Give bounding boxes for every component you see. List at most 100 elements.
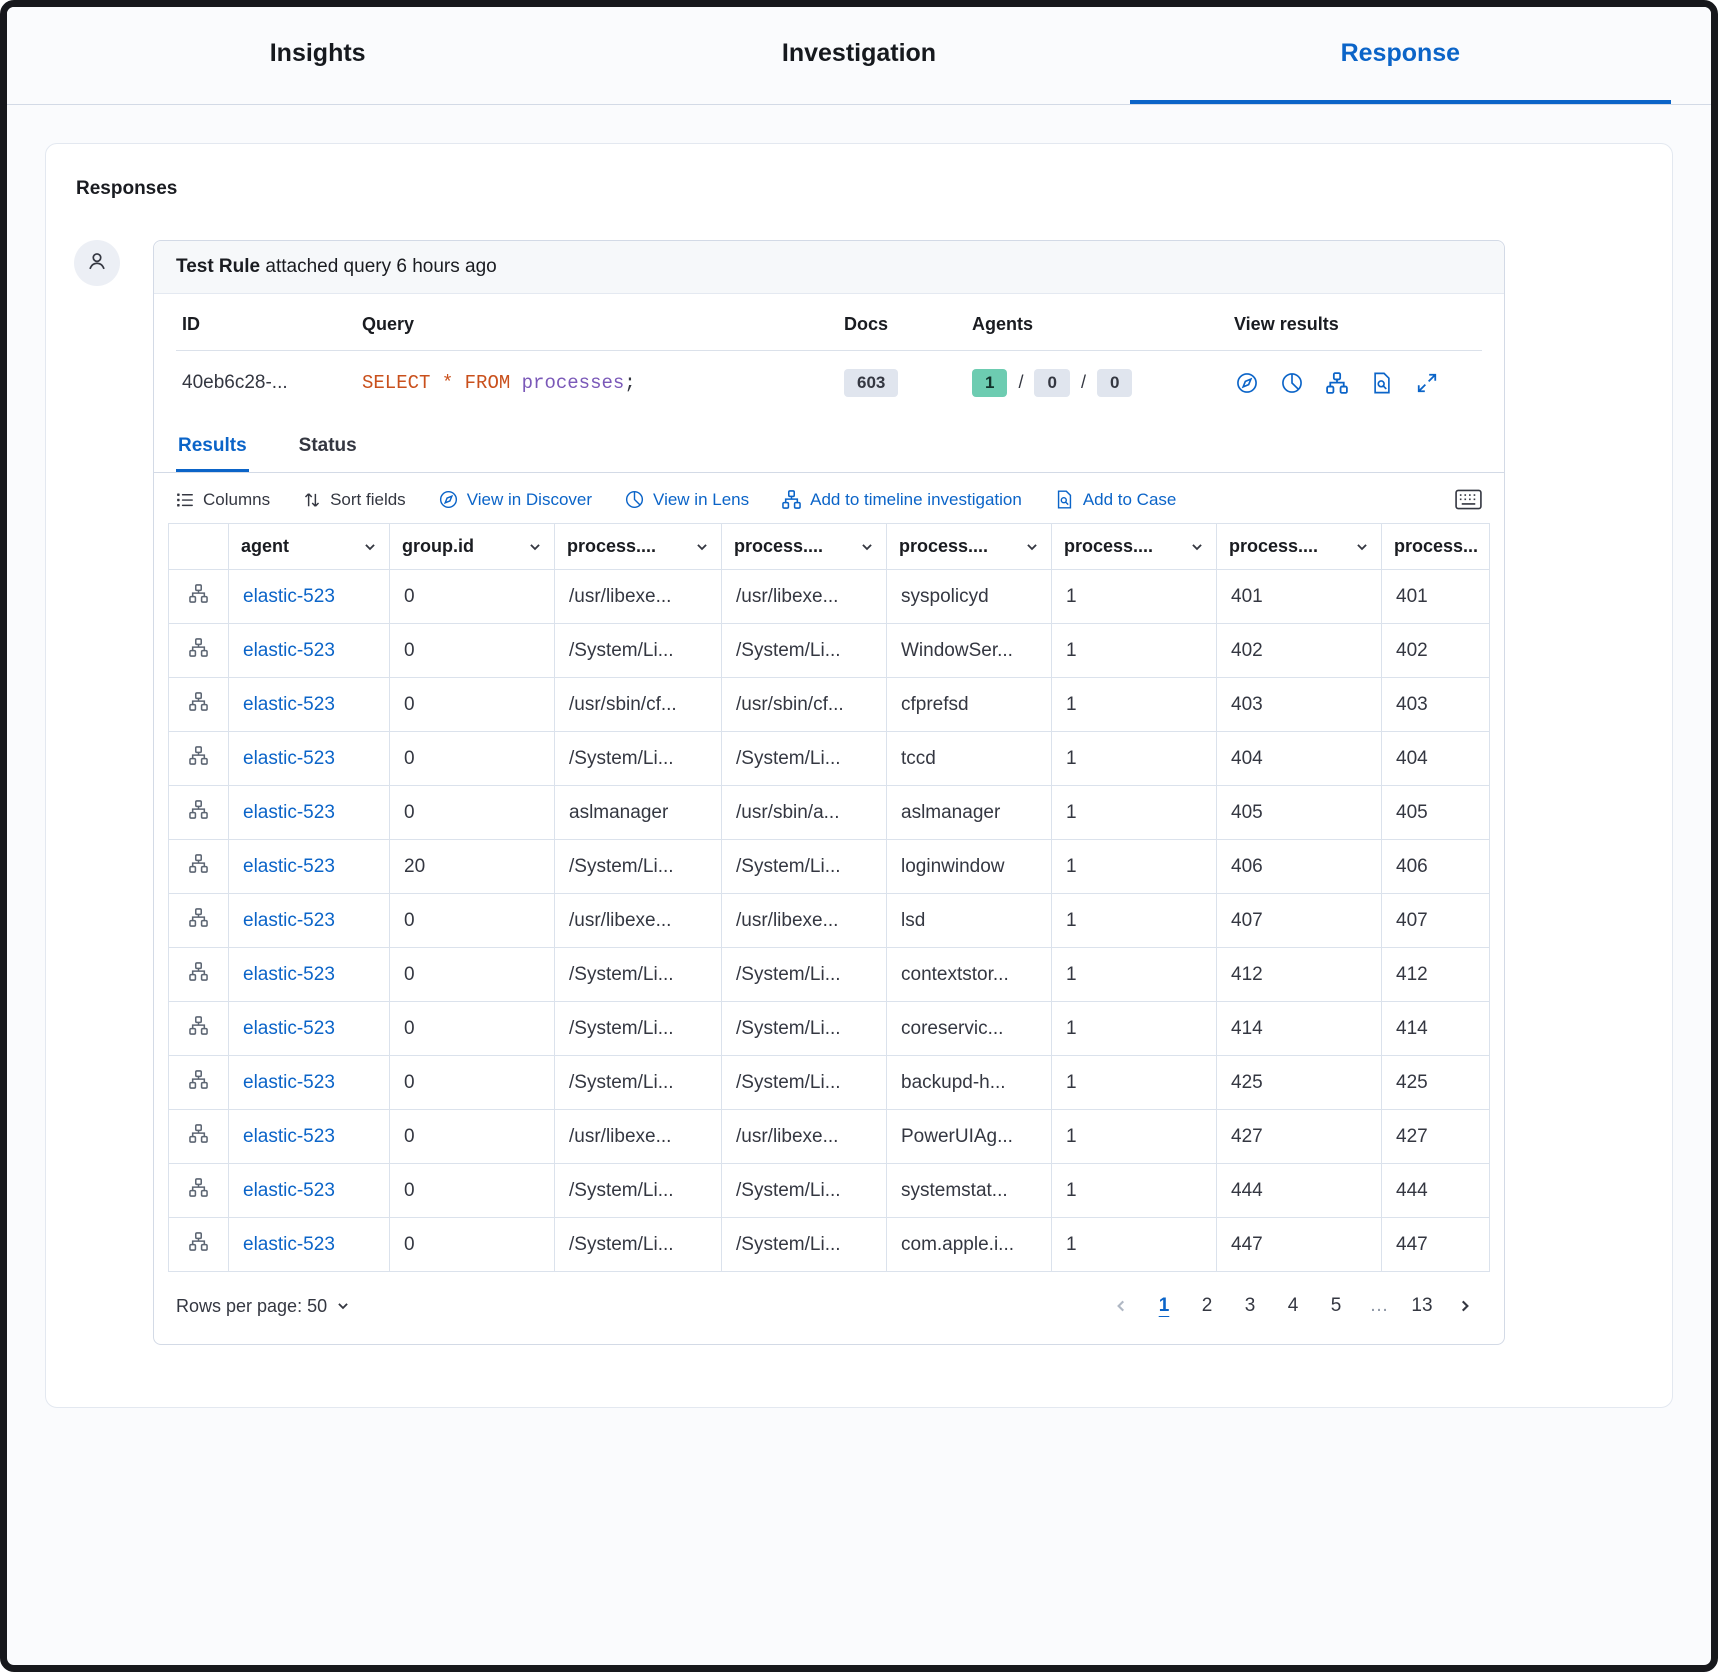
open-analyzer-button[interactable] — [169, 624, 229, 678]
results-grid-wrapper: agent group.id process.... process.... p… — [154, 523, 1504, 1272]
grid-cell: 404 — [1217, 732, 1382, 786]
rows-per-page-button[interactable]: Rows per page: 50 — [176, 1296, 350, 1317]
open-analyzer-button[interactable] — [169, 840, 229, 894]
agents-not-responded-badge: 0 — [1034, 369, 1069, 397]
pagination-page-button[interactable]: 13 — [1405, 1290, 1439, 1322]
discover-compass-icon — [1236, 372, 1258, 394]
table-row: elastic-5230/System/Li.../System/Li...co… — [169, 948, 1490, 1002]
lens-icon — [625, 490, 644, 509]
agent-link[interactable]: elastic-523 — [229, 1110, 390, 1164]
datagrid-toolbar: Columns Sort fields View in Discover — [154, 473, 1504, 523]
column-header-process-5[interactable]: process.... — [1217, 524, 1382, 570]
grid-cell: /System/Li... — [722, 624, 887, 678]
table-row: elastic-5230/usr/libexe.../usr/libexe...… — [169, 570, 1490, 624]
open-analyzer-button[interactable] — [169, 1056, 229, 1110]
column-header-group-id[interactable]: group.id — [390, 524, 555, 570]
analyzer-nodes-icon — [189, 692, 208, 711]
tab-results[interactable]: Results — [176, 419, 249, 472]
column-header-label: process... — [1394, 536, 1478, 557]
column-header-process-6[interactable]: process... — [1382, 524, 1490, 570]
grid-cell: 0 — [390, 678, 555, 732]
add-to-case-toolbar-button[interactable]: Add to Case — [1055, 490, 1177, 510]
agent-link[interactable]: elastic-523 — [229, 624, 390, 678]
tab-insights[interactable]: Insights — [47, 7, 588, 104]
agent-link[interactable]: elastic-523 — [229, 840, 390, 894]
add-to-timeline-button[interactable] — [1324, 370, 1350, 396]
add-to-timeline-toolbar-button[interactable]: Add to timeline investigation — [782, 490, 1022, 510]
column-header-label: process.... — [1229, 536, 1318, 557]
column-header-agent[interactable]: agent — [229, 524, 390, 570]
agent-link[interactable]: elastic-523 — [229, 1218, 390, 1272]
grid-cell: tccd — [887, 732, 1052, 786]
column-header-label: agent — [241, 536, 289, 557]
agent-link[interactable]: elastic-523 — [229, 786, 390, 840]
agent-link[interactable]: elastic-523 — [229, 1056, 390, 1110]
open-analyzer-button[interactable] — [169, 786, 229, 840]
view-in-discover-button[interactable] — [1234, 370, 1260, 396]
keyboard-shortcuts-button[interactable] — [1455, 489, 1482, 510]
open-analyzer-button[interactable] — [169, 678, 229, 732]
expand-results-button[interactable] — [1414, 370, 1440, 396]
grid-cell: /usr/libexe... — [722, 570, 887, 624]
grid-cell: 403 — [1382, 678, 1490, 732]
agent-link[interactable]: elastic-523 — [229, 894, 390, 948]
view-in-lens-toolbar-button[interactable]: View in Lens — [625, 490, 749, 510]
grid-cell: 0 — [390, 1056, 555, 1110]
view-in-discover-toolbar-button[interactable]: View in Discover — [439, 490, 592, 510]
response-panel-header: Test Rule attached query 6 hours ago — [154, 241, 1504, 294]
pagination-page-button[interactable]: 5 — [1319, 1290, 1353, 1322]
pagination: 12345…13 — [1104, 1290, 1482, 1322]
pagination-page-button[interactable]: 2 — [1190, 1290, 1224, 1322]
agent-link[interactable]: elastic-523 — [229, 570, 390, 624]
column-header-process-2[interactable]: process.... — [722, 524, 887, 570]
open-analyzer-button[interactable] — [169, 570, 229, 624]
chevron-down-icon — [363, 540, 377, 554]
sort-fields-button[interactable]: Sort fields — [303, 490, 406, 510]
sql-star: * — [442, 372, 453, 394]
open-analyzer-button[interactable] — [169, 732, 229, 786]
open-analyzer-button[interactable] — [169, 1110, 229, 1164]
agent-link[interactable]: elastic-523 — [229, 1002, 390, 1056]
pagination-page-button[interactable]: 1 — [1147, 1290, 1181, 1322]
view-results-column-label: View results — [1228, 294, 1482, 350]
grid-cell: WindowSer... — [887, 624, 1052, 678]
tab-investigation[interactable]: Investigation — [588, 7, 1129, 104]
grid-cell: /System/Li... — [722, 948, 887, 1002]
analyzer-nodes-icon — [189, 584, 208, 603]
view-in-lens-button[interactable] — [1279, 370, 1305, 396]
analyzer-nodes-icon — [189, 1178, 208, 1197]
open-analyzer-button[interactable] — [169, 1164, 229, 1218]
tab-response[interactable]: Response — [1130, 7, 1671, 104]
pagination-page-button[interactable]: 3 — [1233, 1290, 1267, 1322]
column-header-process-4[interactable]: process.... — [1052, 524, 1217, 570]
grid-cell: 405 — [1382, 786, 1490, 840]
grid-cell: 1 — [1052, 1164, 1217, 1218]
grid-cell: 0 — [390, 948, 555, 1002]
column-header-process-3[interactable]: process.... — [887, 524, 1052, 570]
open-analyzer-button[interactable] — [169, 948, 229, 1002]
agent-link[interactable]: elastic-523 — [229, 732, 390, 786]
chevron-left-icon — [1113, 1298, 1129, 1314]
agent-link[interactable]: elastic-523 — [229, 678, 390, 732]
previous-page-button[interactable] — [1104, 1298, 1138, 1314]
table-row: elastic-5230/System/Li.../System/Li...sy… — [169, 1164, 1490, 1218]
grid-cell: loginwindow — [887, 840, 1052, 894]
agents-separator: / — [1018, 372, 1023, 392]
add-to-case-button[interactable] — [1369, 370, 1395, 396]
table-row: elastic-5230/System/Li.../System/Li...co… — [169, 1218, 1490, 1272]
sql-keyword: FROM — [465, 372, 511, 394]
open-analyzer-button[interactable] — [169, 894, 229, 948]
grid-cell: /System/Li... — [722, 840, 887, 894]
pagination-page-button[interactable]: 4 — [1276, 1290, 1310, 1322]
column-header-process-1[interactable]: process.... — [555, 524, 722, 570]
next-page-button[interactable] — [1448, 1298, 1482, 1314]
open-analyzer-button[interactable] — [169, 1218, 229, 1272]
agent-link[interactable]: elastic-523 — [229, 948, 390, 1002]
tab-status[interactable]: Status — [297, 419, 359, 472]
columns-button[interactable]: Columns — [176, 490, 270, 510]
grid-cell: contextstor... — [887, 948, 1052, 1002]
open-analyzer-button[interactable] — [169, 1002, 229, 1056]
grid-cell: 414 — [1382, 1002, 1490, 1056]
agent-link[interactable]: elastic-523 — [229, 1164, 390, 1218]
grid-cell: com.apple.i... — [887, 1218, 1052, 1272]
